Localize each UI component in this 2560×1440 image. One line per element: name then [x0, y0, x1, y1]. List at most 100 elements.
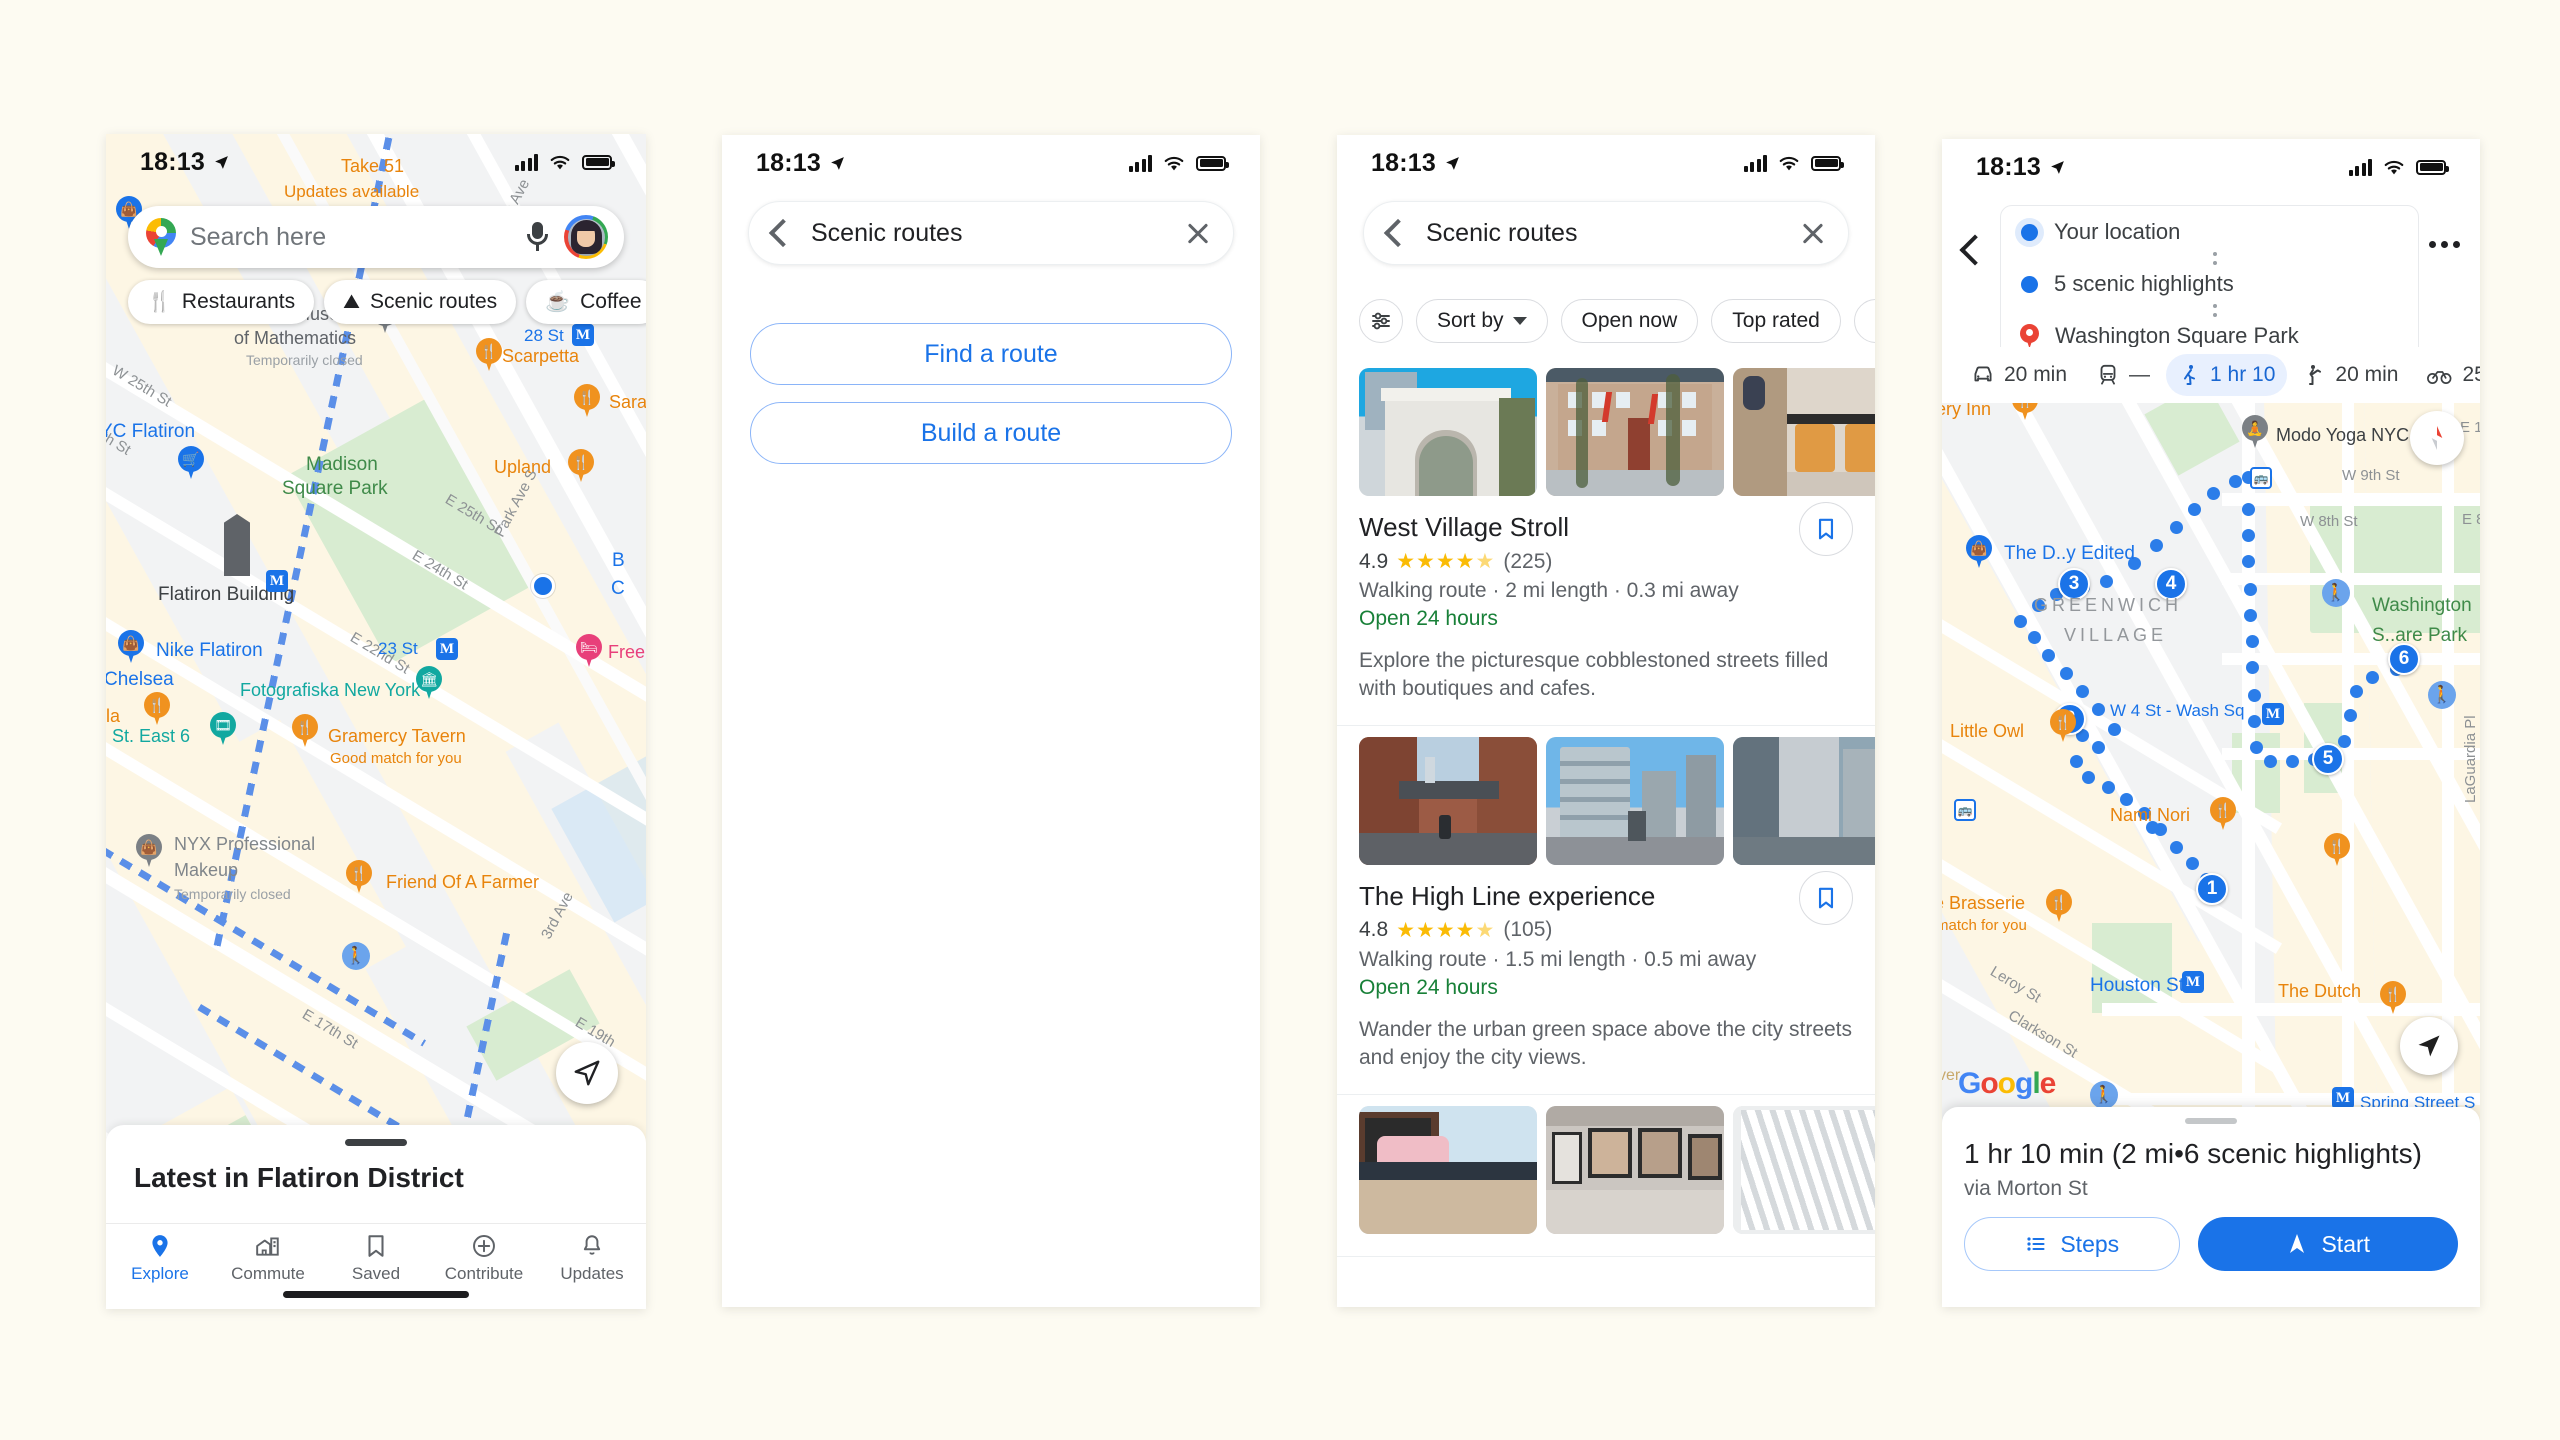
mode-rideshare[interactable]: 20 min — [2291, 354, 2410, 396]
compass-button[interactable] — [2410, 411, 2464, 465]
tab-updates[interactable]: Updates — [538, 1224, 646, 1309]
subway-badge-houston[interactable]: M — [2182, 971, 2204, 993]
close-icon[interactable] — [1185, 220, 1211, 246]
recenter-button-4[interactable] — [2400, 1017, 2458, 1075]
search-pill-2[interactable]: Scenic routes — [748, 201, 1234, 265]
map-pin-nami-nori[interactable]: 🍴 — [2210, 797, 2236, 831]
map-pin-nike[interactable]: 👜 — [118, 630, 144, 664]
mode-walking[interactable]: 1 hr 10 — [2166, 354, 2288, 396]
filter-chip-open-now[interactable]: Open now — [1560, 299, 1699, 343]
bus-stop-badge[interactable]: 🚌 — [2250, 467, 2272, 489]
map-pin-cinema[interactable]: 🎞 — [210, 712, 236, 746]
map-pin-scarpetta[interactable]: 🍴 — [476, 338, 502, 372]
walk-badge-a[interactable]: 🚶 — [2322, 579, 2350, 607]
map-pin-little-owl[interactable]: 🍴 — [2050, 709, 2076, 743]
map-pin-daily-edited[interactable]: 👜 — [1966, 535, 1992, 569]
search-bar[interactable]: Search here — [128, 206, 624, 268]
mic-icon[interactable] — [524, 220, 550, 254]
more-options-button[interactable] — [2429, 241, 2460, 248]
result-card-west-village-stroll[interactable]: West Village Stroll 4.9 ★★★★★ (225) Walk… — [1337, 357, 1875, 726]
subway-badge-23st-b[interactable]: M — [436, 638, 458, 660]
route-stop-1[interactable]: 1 — [2196, 873, 2228, 905]
mode-cycling[interactable]: 25 — [2414, 354, 2480, 396]
tune-icon-button[interactable] — [1359, 299, 1403, 343]
result-card-partial[interactable] — [1337, 1095, 1875, 1257]
travel-mode-bar[interactable]: 20 min — 1 hr 10 20 min 25 — [1942, 347, 2480, 403]
save-button[interactable] — [1799, 502, 1853, 556]
chip-restaurants[interactable]: 🍴 Restaurants — [128, 280, 315, 324]
result-title: The High Line experience — [1359, 880, 1656, 911]
walk-badge-c[interactable]: 🚶 — [2090, 1081, 2118, 1109]
results-list[interactable]: West Village Stroll 4.9 ★★★★★ (225) Walk… — [1337, 357, 1875, 1307]
category-chip-row[interactable]: 🍴 Restaurants ⛰ Scenic routes ☕ Coffee — [128, 280, 646, 324]
filter-chip-visited[interactable]: Visite — [1853, 299, 1875, 343]
photo-strip[interactable] — [1337, 1095, 1875, 1234]
chip-coffee[interactable]: ☕ Coffee — [526, 280, 646, 324]
map-pin-brasserie[interactable]: 🍴 — [2046, 889, 2072, 923]
map-pin-gramercy[interactable]: 🍴 — [292, 714, 318, 748]
map-pin-restaurant-a[interactable]: 🍴 — [2324, 833, 2350, 867]
mode-driving[interactable]: 20 min — [1958, 354, 2079, 396]
walk-badge-1[interactable]: 🚶 — [342, 942, 370, 970]
bus-stop-badge-2[interactable]: 🚌 — [1954, 799, 1976, 821]
map-pin-fotografiska[interactable]: 🏛 — [416, 666, 442, 700]
steps-button[interactable]: Steps — [1964, 1217, 2180, 1271]
find-a-route-button[interactable]: Find a route — [750, 323, 1232, 385]
map-pin-friend-farmer[interactable]: 🍴 — [346, 860, 372, 894]
tab-explore[interactable]: Explore — [106, 1224, 214, 1309]
photo-strip[interactable] — [1337, 357, 1875, 496]
map-pin-the-dutch[interactable]: 🍴 — [2380, 981, 2406, 1015]
photo-thumbnail[interactable] — [1733, 368, 1875, 496]
waypoint-stops[interactable]: 5 scenic highlights — [2017, 269, 2402, 299]
filter-chip-top-rated[interactable]: Top rated — [1711, 299, 1841, 343]
subway-badge-23st-a[interactable]: M — [266, 570, 288, 592]
bottom-sheet-latest[interactable]: Latest in Flatiron District — [106, 1125, 646, 1225]
sheet-grabber[interactable] — [345, 1139, 407, 1146]
map-pin-restaurant-sara[interactable]: 🍴 — [574, 384, 600, 418]
map-pin-nyx[interactable]: 👜 — [136, 834, 162, 868]
route-stop-5[interactable]: 5 — [2312, 743, 2344, 775]
walk-badge-b[interactable]: 🚶 — [2428, 681, 2456, 709]
route-stop-6[interactable]: 6 — [2388, 643, 2420, 675]
photo-thumbnail[interactable] — [1546, 1105, 1724, 1234]
account-avatar[interactable] — [564, 215, 608, 259]
subway-badge-w4st[interactable]: M — [2262, 703, 2284, 725]
waypoints-card[interactable]: Your location 5 scenic highlights Washin… — [2000, 205, 2419, 363]
start-navigation-button[interactable]: Start — [2197, 1217, 2458, 1271]
waypoint-origin[interactable]: Your location — [2017, 217, 2402, 247]
map-pin-modo-yoga[interactable]: 🧘 — [2242, 415, 2268, 449]
photo-thumbnail[interactable] — [1359, 1105, 1537, 1234]
recenter-button[interactable] — [556, 1042, 618, 1104]
photo-thumbnail[interactable] — [1546, 368, 1724, 496]
photo-thumbnail[interactable] — [1359, 736, 1537, 865]
search-input[interactable]: Search here — [190, 223, 510, 252]
search-pill-3[interactable]: Scenic routes — [1363, 201, 1849, 265]
back-chevron-icon[interactable] — [1383, 218, 1413, 248]
save-button[interactable] — [1799, 870, 1853, 925]
back-chevron-icon[interactable] — [768, 218, 798, 248]
subway-badge-spring[interactable]: M — [2332, 1087, 2354, 1109]
route-summary-sheet[interactable]: 1 hr 10 min (2 mi•6 scenic highlights) v… — [1942, 1107, 2480, 1307]
back-chevron-icon[interactable] — [1959, 234, 1991, 266]
filter-chip-row[interactable]: Sort by Open now Top rated Visite — [1337, 293, 1875, 349]
mode-transit[interactable]: — — [2083, 354, 2162, 396]
photo-strip[interactable] — [1337, 726, 1875, 865]
search-query-text[interactable]: Scenic routes — [1426, 219, 1782, 248]
photo-thumbnail[interactable] — [1733, 736, 1875, 865]
photo-thumbnail[interactable] — [1546, 736, 1724, 865]
filter-chip-sort-by[interactable]: Sort by — [1416, 299, 1548, 343]
map-pin-city-inn[interactable]: 🍴 — [2012, 403, 2038, 421]
photo-thumbnail[interactable] — [1733, 1105, 1875, 1234]
result-card-high-line-experience[interactable]: The High Line experience 4.8 ★★★★★ (105)… — [1337, 726, 1875, 1095]
close-icon[interactable] — [1800, 220, 1826, 246]
map-pin-restaurant-upland[interactable]: 🍴 — [568, 449, 594, 483]
map-pin-villa[interactable]: 🍴 — [144, 692, 170, 726]
chip-scenic-routes[interactable]: ⛰ Scenic routes — [324, 280, 517, 324]
map-pin-hotel[interactable]: 🛏 — [576, 634, 602, 668]
build-a-route-button[interactable]: Build a route — [750, 402, 1232, 464]
subway-badge-28st[interactable]: M — [572, 324, 594, 346]
photo-thumbnail[interactable] — [1359, 368, 1537, 496]
search-query-text[interactable]: Scenic routes — [811, 219, 1167, 248]
map-pin-store[interactable]: 🛒 — [178, 446, 204, 480]
sheet-grabber[interactable] — [2185, 1118, 2237, 1124]
